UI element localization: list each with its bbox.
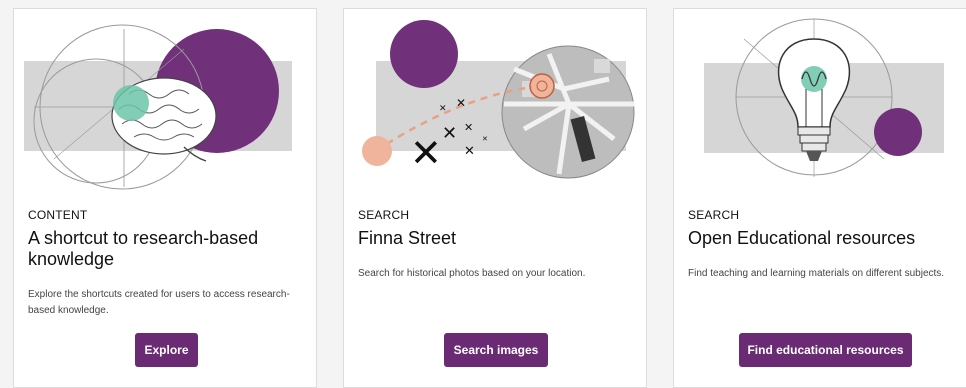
card-description: Search for historical photos based on yo… [358,268,586,279]
search-images-button[interactable]: Search images [444,333,548,367]
card-description: Find teaching and learning materials on … [688,268,945,279]
lightbulb-illustration [704,18,944,177]
svg-text:✕: ✕ [464,121,473,134]
card-title: Open Educational resources [688,228,916,248]
brain-illustration [24,24,292,190]
svg-text:✕: ✕ [456,96,466,110]
card-research-shortcuts: CONTENT A shortcut to research-based kno… [13,8,317,388]
street-map-illustration: ✕ ✕ ✕ ✕ ✕ ✕ ✕ [362,20,635,179]
card-category: SEARCH [688,208,740,222]
svg-text:✕: ✕ [410,131,442,175]
explore-button[interactable]: Explore [135,333,198,367]
svg-text:✕: ✕ [442,123,457,144]
card-finna-street: ✕ ✕ ✕ ✕ ✕ ✕ ✕ SEARCH Finna Street Search… [343,8,647,388]
card-open-educational-resources: SEARCH Open Educational resources Find t… [673,8,966,388]
card-description: Explore the shortcuts created for users … [28,289,290,316]
card-title: Finna Street [358,228,457,248]
card-title: A shortcut to research-based knowledge [28,228,259,269]
card-category: SEARCH [358,208,410,222]
svg-text:✕: ✕ [464,144,475,159]
svg-text:✕: ✕ [482,135,488,143]
svg-text:✕: ✕ [439,104,447,114]
find-educational-resources-button[interactable]: Find educational resources [739,333,912,367]
card-category: CONTENT [28,208,88,222]
